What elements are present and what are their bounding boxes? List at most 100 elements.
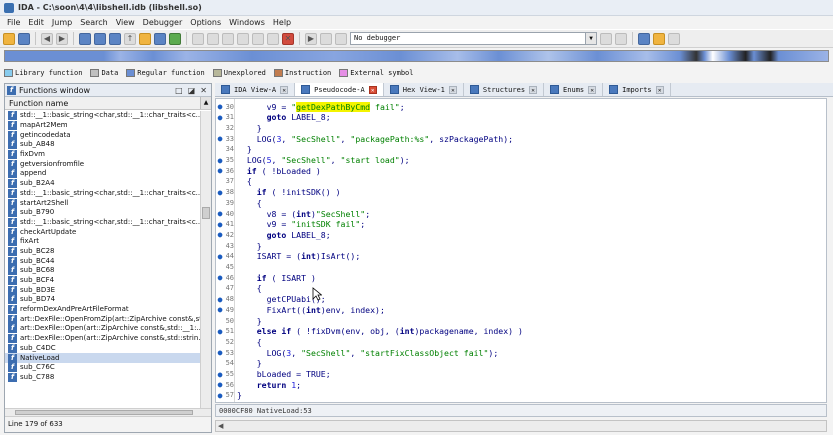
breakpoint-dot-icon[interactable]: ● bbox=[216, 102, 224, 111]
navigation-band[interactable] bbox=[4, 50, 829, 62]
function-list-item[interactable]: f getversionfromfile bbox=[5, 159, 201, 169]
search-binary-icon[interactable] bbox=[79, 32, 91, 45]
breakpoint-dot-icon[interactable]: ● bbox=[216, 220, 224, 229]
functions-vertical-scrollbar[interactable] bbox=[200, 111, 211, 408]
string-icon[interactable] bbox=[222, 32, 234, 45]
menu-windows[interactable]: Windows bbox=[225, 18, 269, 27]
grid-icon[interactable] bbox=[638, 32, 650, 45]
function-list-item[interactable]: f append bbox=[5, 169, 201, 179]
function-list-item[interactable]: f checkArtUpdate bbox=[5, 227, 201, 237]
function-list-item[interactable]: f startArt2Shell bbox=[5, 198, 201, 208]
code-text[interactable]: if ( ISART ) bbox=[237, 273, 316, 283]
function-list-item[interactable]: f fixArt bbox=[5, 237, 201, 247]
tab-imports[interactable]: Imports ✕ bbox=[603, 83, 671, 96]
code-text[interactable]: LOG(5, "SecShell", "start load"); bbox=[237, 155, 410, 165]
functions-horizontal-scrollbar[interactable] bbox=[5, 408, 211, 416]
code-text[interactable]: goto LABEL_8; bbox=[237, 230, 331, 240]
breakpoint-dot-icon[interactable]: ● bbox=[216, 327, 224, 336]
array-icon[interactable] bbox=[237, 32, 249, 45]
code-text[interactable]: { bbox=[237, 337, 262, 347]
function-list-item[interactable]: f sub_C788 bbox=[5, 372, 201, 383]
menu-options[interactable]: Options bbox=[186, 18, 225, 27]
function-list-item[interactable]: f sub_C76C bbox=[5, 363, 201, 373]
restore-icon[interactable]: □ bbox=[175, 86, 183, 95]
function-list-item[interactable]: f std::__1::basic_string<char,std::__1::c… bbox=[5, 217, 201, 228]
breakpoint-dot-icon[interactable]: ● bbox=[216, 370, 224, 379]
function-list-item[interactable]: f mapArt2Mem bbox=[5, 121, 201, 131]
graph-icon[interactable] bbox=[139, 32, 151, 45]
code-line[interactable]: ● 42 goto LABEL_8; bbox=[216, 229, 826, 240]
code-line[interactable]: ● 49 FixArt((int)env, index); bbox=[216, 304, 826, 315]
function-list-item[interactable]: f sub_BCF4 bbox=[5, 276, 201, 286]
code-line[interactable]: ● 51 else if ( !fixDvm(env, obj, (int)pac… bbox=[216, 326, 826, 337]
tab-hex-view-1[interactable]: Hex View-1 ✕ bbox=[384, 83, 464, 96]
function-list-item[interactable]: f sub_BD74 bbox=[5, 295, 201, 305]
tab-close-icon[interactable]: ✕ bbox=[588, 85, 597, 94]
breakpoint-dot-icon[interactable]: ● bbox=[216, 230, 224, 239]
tab-close-icon[interactable]: ✕ bbox=[280, 85, 289, 94]
code-line[interactable]: ● 48 getCPUabi(); bbox=[216, 294, 826, 305]
pseudocode-view[interactable]: ● 30 v9 = "getDexPathByCmd fail"; ● 31 goto… bbox=[215, 98, 827, 403]
code-line[interactable]: ● 38 if ( !initSDK() ) bbox=[216, 187, 826, 198]
code-line[interactable]: ● 30 v9 = "getDexPathByCmd fail"; bbox=[216, 101, 826, 112]
code-text[interactable]: FixArt((int)env, index); bbox=[237, 305, 385, 315]
code-text[interactable]: if ( !initSDK() ) bbox=[237, 187, 341, 197]
plugin-icon[interactable] bbox=[653, 32, 665, 45]
attach-icon[interactable] bbox=[615, 32, 627, 45]
code-text[interactable]: return 1; bbox=[237, 380, 301, 390]
code-line[interactable]: ● 36 if ( !bLoaded ) bbox=[216, 165, 826, 176]
code-line[interactable]: 37 { bbox=[216, 176, 826, 187]
code-text[interactable]: } bbox=[237, 144, 252, 154]
code-icon[interactable] bbox=[192, 32, 204, 45]
function-list-item[interactable]: f sub_B790 bbox=[5, 208, 201, 218]
function-list-item[interactable]: f sub_C4DC bbox=[5, 343, 201, 354]
tab-close-icon[interactable]: ✕ bbox=[529, 85, 538, 94]
function-list-item[interactable]: f getincodedata bbox=[5, 130, 201, 140]
undefine-icon[interactable] bbox=[252, 32, 264, 45]
code-line[interactable]: 52 { bbox=[216, 336, 826, 347]
function-list-item[interactable]: f sub_BC68 bbox=[5, 266, 201, 276]
code-horizontal-scrollbar[interactable]: ◀ bbox=[215, 420, 827, 432]
code-text[interactable]: { bbox=[237, 176, 252, 186]
scroll-left-icon[interactable]: ◀ bbox=[218, 422, 223, 430]
tab-close-icon[interactable]: ✕ bbox=[368, 85, 377, 94]
breakpoint-dot-icon[interactable]: ● bbox=[216, 156, 224, 165]
forward-arrow-icon[interactable]: ▶ bbox=[56, 32, 68, 45]
code-text[interactable]: bLoaded = TRUE; bbox=[237, 369, 331, 379]
code-text[interactable]: } bbox=[237, 316, 262, 326]
breakpoint-dot-icon[interactable]: ● bbox=[216, 295, 224, 304]
breakpoint-dot-icon[interactable]: ● bbox=[216, 113, 224, 122]
breakpoint-dot-icon[interactable]: ● bbox=[216, 380, 224, 389]
search-immediate-icon[interactable] bbox=[109, 32, 121, 45]
code-line[interactable]: ● 44 ISART = (int)IsArt(); bbox=[216, 251, 826, 262]
function-list-item[interactable]: f std::__1::basic_string<char,std::__1::c… bbox=[5, 188, 201, 199]
code-text[interactable]: goto LABEL_8; bbox=[237, 112, 331, 122]
breakpoint-dot-icon[interactable]: ● bbox=[216, 273, 224, 282]
code-line[interactable]: ● 33 LOG(3, "SecShell", "packagePath:%s",… bbox=[216, 133, 826, 144]
function-list-item[interactable]: f sub_AB48 bbox=[5, 140, 201, 150]
code-text[interactable]: else if ( !fixDvm(env, obj, (int)package… bbox=[237, 326, 523, 336]
stop-icon[interactable] bbox=[335, 32, 347, 45]
breakpoint-dot-icon[interactable]: ● bbox=[216, 391, 224, 400]
code-line[interactable]: ● 53 LOG(3, "SecShell", "startFixClassObj… bbox=[216, 347, 826, 358]
scrollbar-thumb[interactable] bbox=[202, 207, 210, 219]
menu-debugger[interactable]: Debugger bbox=[139, 18, 187, 27]
code-line[interactable]: ● 41 v9 = "initSDK fail"; bbox=[216, 219, 826, 230]
code-line[interactable]: ● 56 return 1; bbox=[216, 379, 826, 390]
view-icon[interactable] bbox=[154, 32, 166, 45]
code-text[interactable]: } bbox=[237, 390, 242, 400]
code-line[interactable]: 34 } bbox=[216, 144, 826, 155]
data-icon[interactable] bbox=[207, 32, 219, 45]
code-line[interactable]: 43 } bbox=[216, 240, 826, 251]
code-line[interactable]: ● 35 LOG(5, "SecShell", "start load"); bbox=[216, 155, 826, 166]
menu-view[interactable]: View bbox=[112, 18, 139, 27]
close-icon[interactable]: ✕ bbox=[200, 86, 207, 95]
code-text[interactable]: if ( !bLoaded ) bbox=[237, 166, 321, 176]
tab-structures[interactable]: Structures ✕ bbox=[464, 83, 545, 96]
function-list-item[interactable]: f art::DexFile::OpenFromZip(art::ZipArchi… bbox=[5, 314, 201, 324]
breakpoint-dot-icon[interactable]: ● bbox=[216, 166, 224, 175]
breakpoint-dot-icon[interactable]: ● bbox=[216, 209, 224, 218]
run-icon[interactable] bbox=[169, 32, 181, 45]
breakpoint-dot-icon[interactable]: ● bbox=[216, 252, 224, 261]
function-list-item[interactable]: f sub_B2A4 bbox=[5, 179, 201, 189]
